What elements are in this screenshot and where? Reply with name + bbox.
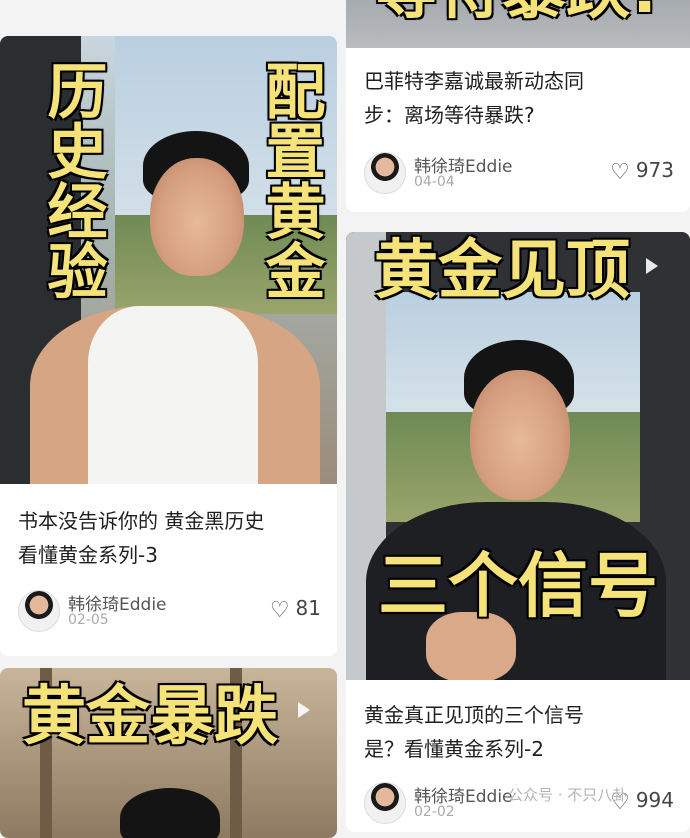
like-count: 81: [295, 596, 321, 620]
watermark-text: 公众号 · 不只八卦: [508, 786, 628, 804]
thumbnail-caption: 黄金暴跌: [22, 680, 278, 754]
video-thumbnail[interactable]: 黄金暴跌: [0, 668, 337, 838]
heart-outline-icon: ♡: [269, 598, 290, 623]
video-card-gold-crash[interactable]: 黄金暴跌: [0, 668, 337, 838]
video-title[interactable]: 巴菲特李嘉诚最新动态同 步：离场等待暴跌?: [364, 64, 674, 132]
thumbnail-caption: 等待暴跌!: [374, 0, 659, 25]
video-thumbnail[interactable]: 等待暴跌!: [346, 0, 690, 48]
video-card-buffett-li[interactable]: 等待暴跌! 巴菲特李嘉诚最新动态同 步：离场等待暴跌? 韩徐琦Eddie 04-…: [346, 0, 690, 212]
thumbnail-caption-left: 历史经验: [37, 60, 107, 300]
video-thumbnail[interactable]: 黄金见顶 三个信号: [346, 232, 690, 680]
thumbnail-caption-bottom: 三个信号: [378, 545, 658, 627]
play-icon: [298, 702, 310, 718]
post-date: 02-02: [414, 804, 455, 820]
like-button[interactable]: ♡ 81: [270, 596, 321, 623]
heart-outline-icon: ♡: [610, 160, 630, 185]
play-icon: [646, 258, 658, 274]
thumbnail-caption-right: 配置黄金: [255, 60, 325, 300]
avatar[interactable]: [364, 782, 406, 824]
like-count: 973: [635, 158, 674, 182]
video-card-gold-peak[interactable]: 黄金见顶 三个信号 黄金真正见顶的三个信号 是？看懂黄金系列-2 韩徐琦Eddi…: [346, 232, 690, 832]
like-button[interactable]: ♡ 973: [610, 158, 674, 185]
like-count: 994: [635, 788, 674, 812]
video-title[interactable]: 黄金真正见顶的三个信号 是？看懂黄金系列-2: [364, 698, 674, 766]
video-card-gold-history[interactable]: 历史经验 配置黄金 书本没告诉你的 黄金黑历史 看懂黄金系列-3 韩徐琦Eddi…: [0, 36, 337, 656]
video-thumbnail[interactable]: 历史经验 配置黄金: [0, 36, 337, 484]
author-row: 韩徐琦Eddie 04-04 ♡ 973: [364, 150, 674, 194]
thumbnail-caption-top: 黄金见顶: [374, 234, 630, 308]
avatar[interactable]: [364, 152, 406, 194]
video-title[interactable]: 书本没告诉你的 黄金黑历史 看懂黄金系列-3: [18, 504, 321, 572]
post-date: 04-04: [414, 174, 455, 190]
avatar[interactable]: [18, 590, 60, 632]
post-date: 02-05: [68, 612, 109, 628]
author-row: 韩徐琦Eddie 02-05 ♡ 81: [18, 588, 321, 632]
